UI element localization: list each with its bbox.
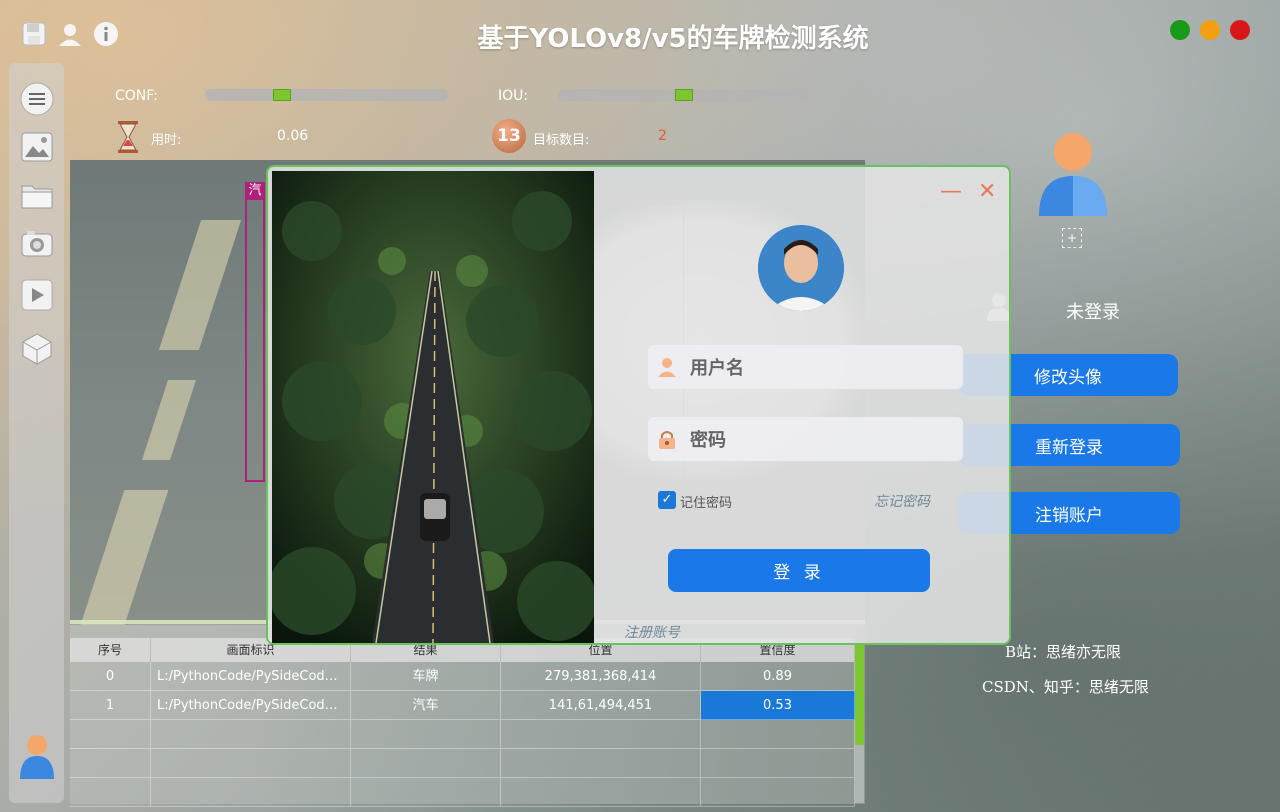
- table-row[interactable]: [70, 720, 855, 749]
- cell-source: L:/PythonCode/PySideCode/...: [151, 662, 351, 691]
- cell-confidence: 0.89: [701, 662, 855, 691]
- table-row[interactable]: 1 L:/PythonCode/PySideCode/... 汽车 141,61…: [70, 691, 855, 720]
- road-marking: [75, 490, 169, 625]
- remember-checkbox[interactable]: ✓: [658, 491, 676, 509]
- dialog-minimize-button[interactable]: —: [940, 179, 962, 204]
- register-link[interactable]: 注册账号: [624, 622, 680, 642]
- detection-box: [245, 182, 265, 482]
- remember-label: 记住密码: [680, 496, 733, 511]
- dialog-close-button[interactable]: ✕: [978, 179, 996, 204]
- dialog-avatar[interactable]: [758, 225, 844, 311]
- conf-label: CONF:: [115, 88, 158, 104]
- count-badge-icon: 13: [492, 119, 526, 153]
- iou-label: IOU:: [498, 88, 529, 104]
- login-status: 未登录: [1066, 302, 1120, 323]
- login-button[interactable]: 登 录: [668, 549, 930, 592]
- app-title: 基于YOLOv8/v5的车牌检测系统: [477, 24, 869, 54]
- time-value: 0.06: [277, 128, 309, 144]
- empty-cell: [151, 778, 351, 807]
- count-value: 2: [658, 128, 667, 144]
- cell-result: 车牌: [351, 662, 501, 691]
- empty-cell: [151, 749, 351, 778]
- empty-cell: [701, 749, 855, 778]
- username-placeholder: 用户名: [690, 358, 744, 379]
- cell-position: 279,381,368,414: [501, 662, 701, 691]
- password-input[interactable]: 密码: [648, 417, 963, 461]
- password-placeholder: 密码: [690, 430, 726, 451]
- conf-slider-handle[interactable]: [273, 89, 291, 101]
- credit-bilibili: B站：思绪亦无限: [1005, 643, 1122, 661]
- forgot-password-link[interactable]: 忘记密码: [874, 491, 930, 511]
- lock-icon: [659, 431, 675, 449]
- video-icon[interactable]: [19, 277, 55, 313]
- username-input[interactable]: 用户名: [648, 345, 963, 389]
- table-scrollbar[interactable]: [855, 645, 864, 803]
- image-icon[interactable]: [19, 129, 55, 165]
- username-icon: [658, 358, 676, 377]
- road-marking: [158, 220, 242, 350]
- menu-icon[interactable]: [19, 81, 55, 117]
- minimize-button[interactable]: [1200, 20, 1220, 40]
- table-row[interactable]: [70, 778, 855, 807]
- cell-source: L:/PythonCode/PySideCode/...: [151, 691, 351, 720]
- table-row[interactable]: 0 L:/PythonCode/PySideCode/... 车牌 279,38…: [70, 662, 855, 691]
- empty-cell: [351, 720, 501, 749]
- count-label: 目标数目:: [533, 133, 590, 148]
- result-table: 序号 画面标识 结果 位置 置信度 0 L:/PythonCode/PySide…: [70, 620, 865, 807]
- empty-cell: [70, 749, 151, 778]
- iou-slider-handle[interactable]: [675, 89, 693, 101]
- cell-index: 0: [70, 662, 151, 691]
- col-header[interactable]: 序号: [70, 638, 151, 662]
- table-scrollbar-thumb[interactable]: [855, 645, 864, 745]
- empty-cell: [501, 778, 701, 807]
- forest-road-image: [272, 171, 594, 643]
- empty-cell: [70, 720, 151, 749]
- model-icon[interactable]: [19, 331, 55, 367]
- empty-cell: [701, 778, 855, 807]
- camera-icon[interactable]: [19, 225, 55, 261]
- login-dialog: — ✕ 用户名 密码 ✓ 记住密码 忘记密码 登 录: [266, 165, 1011, 645]
- close-button[interactable]: [1230, 20, 1250, 40]
- folder-icon[interactable]: [19, 177, 55, 213]
- conf-slider[interactable]: [205, 89, 448, 101]
- add-avatar-button[interactable]: +: [1062, 228, 1082, 248]
- cell-index: 1: [70, 691, 151, 720]
- time-label: 用时:: [151, 133, 182, 148]
- cell-confidence-selected: 0.53: [701, 691, 855, 720]
- user-avatar-icon[interactable]: [19, 735, 55, 779]
- road-marking: [142, 380, 196, 460]
- empty-cell: [701, 720, 855, 749]
- empty-cell: [501, 720, 701, 749]
- empty-cell: [151, 720, 351, 749]
- empty-cell: [501, 749, 701, 778]
- credit-csdn: CSDN、知乎：思绪无限: [982, 678, 1149, 696]
- empty-cell: [351, 778, 501, 807]
- cell-result: 汽车: [351, 691, 501, 720]
- iou-slider[interactable]: [558, 89, 810, 101]
- profile-avatar-icon[interactable]: [1036, 132, 1110, 218]
- table-row[interactable]: [70, 749, 855, 778]
- cell-position: 141,61,494,451: [501, 691, 701, 720]
- maximize-button[interactable]: [1170, 20, 1190, 40]
- sidebar: [9, 63, 64, 803]
- hourglass-icon: [116, 120, 140, 154]
- detection-label: 汽: [246, 182, 264, 200]
- empty-cell: [351, 749, 501, 778]
- empty-cell: [70, 778, 151, 807]
